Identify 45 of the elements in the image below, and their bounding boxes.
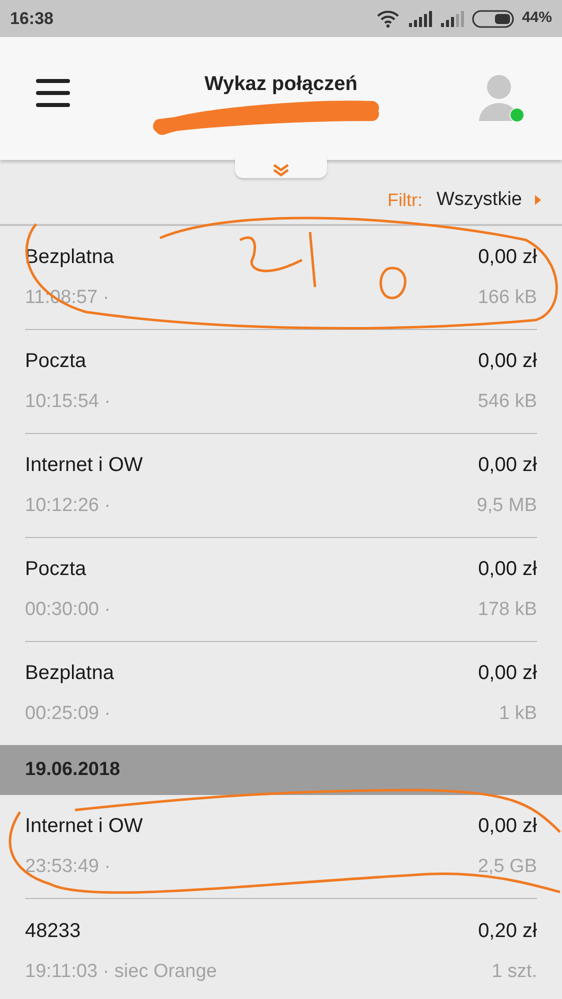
entry-cost: 0,00 zł [478, 661, 537, 686]
call-row[interactable]: Internet i OW 0,00 zł 10:12:26 · 9,5 MB [25, 434, 537, 538]
entry-time: 10:12:26 · [25, 494, 111, 518]
battery-icon [472, 10, 514, 28]
entry-usage: 1 kB [498, 702, 537, 726]
entry-usage: 546 kB [478, 390, 537, 414]
battery-percent: 44% [522, 8, 552, 28]
entry-name: Poczta [25, 349, 86, 374]
entry-cost: 0,00 zł [478, 245, 537, 270]
entry-name: Poczta [25, 557, 86, 582]
filter-dropdown[interactable]: Wszystkie [436, 186, 542, 214]
entry-usage: 166 kB [478, 286, 537, 310]
signal-icon [408, 10, 432, 26]
entry-usage: 2,5 GB [478, 855, 537, 880]
entry-usage: 9,5 MB [476, 494, 537, 518]
entry-time: 19:11:03 · siec Orange [25, 960, 217, 984]
double-chevron-icon [271, 163, 291, 177]
entry-cost: 0,00 zł [478, 814, 537, 840]
entry-name: Internet i OW [25, 453, 143, 478]
expand-tab[interactable] [235, 156, 327, 178]
page-title: Wykaz połączeń [204, 72, 358, 97]
menu-icon[interactable] [36, 79, 70, 107]
entry-cost: 0,20 zł [478, 918, 537, 944]
status-time: 16:38 [10, 8, 54, 30]
entry-name: Bezplatna [25, 661, 114, 686]
entry-time: 10:15:54 · [25, 390, 111, 414]
entry-cost: 0,00 zł [478, 349, 537, 374]
entry-time: 00:30:00 · [25, 598, 111, 622]
entry-time: 00:25:09 · [25, 702, 111, 726]
call-row[interactable]: Internet i OW 0,00 zł 23:53:49 · 2,5 GB [25, 795, 537, 899]
entry-usage: 178 kB [478, 598, 537, 622]
entry-time: 23:53:49 · [25, 855, 111, 880]
entry-cost: 0,00 zł [478, 453, 537, 478]
caret-icon [534, 194, 542, 206]
entry-name: Internet i OW [25, 814, 143, 840]
filter-label: Filtr: [388, 188, 422, 212]
call-row[interactable]: Poczta 0,00 zł 00:30:00 · 178 kB [25, 538, 537, 642]
entry-cost: 0,00 zł [478, 557, 537, 582]
wifi-icon [376, 10, 400, 28]
entry-name: 48233 [25, 918, 81, 944]
call-row[interactable]: 48233 0,20 zł 19:11:03 · siec Orange 1 szt. [25, 899, 537, 999]
call-row[interactable]: Poczta 0,00 zł 10:15:54 · 546 kB [25, 330, 537, 434]
date-header: 19.06.2018 [25, 758, 120, 782]
entry-usage: 1 szt. [492, 960, 537, 984]
signal-icon [440, 10, 464, 26]
